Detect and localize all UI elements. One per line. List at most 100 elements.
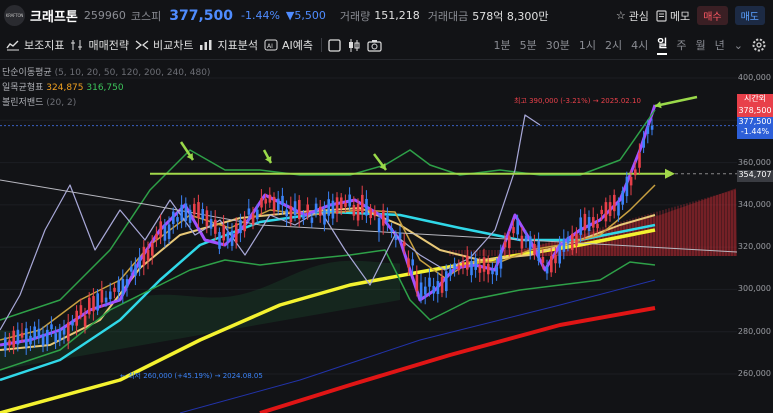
annotation-arrow-4 (654, 95, 698, 108)
chart-type-square[interactable] (328, 38, 341, 52)
candle-body (331, 200, 335, 219)
candle-body (25, 328, 28, 348)
analysis-button[interactable]: 지표분석 (199, 37, 258, 53)
svg-text:AI: AI (267, 43, 273, 50)
candle-body (218, 231, 221, 249)
candle-body (356, 203, 360, 221)
stock-header: KRAFTON 크래프톤 259960 코스피 377,500 -1.44% ▼… (0, 0, 773, 31)
level-arrow-head (665, 168, 675, 179)
candle-body (503, 241, 507, 248)
candle-body (201, 209, 204, 220)
candle-body (575, 233, 578, 246)
memo-button[interactable]: 메모 (656, 8, 690, 24)
candle-body (155, 233, 158, 239)
candle-body (293, 201, 297, 216)
current-price-pct: -1.44% (740, 127, 770, 136)
indicator-button[interactable]: 보조지표 (6, 37, 64, 53)
stock-logo: KRAFTON (4, 5, 25, 26)
candle-body (579, 217, 582, 235)
tf-year[interactable]: 년 (715, 37, 725, 53)
legend-ma[interactable]: 단순이동평균 (5, 10, 20, 50, 120, 200, 240, 48… (2, 66, 210, 81)
tf-month[interactable]: 월 (696, 37, 706, 53)
candle-body (390, 227, 393, 233)
tf-day[interactable]: 일 (657, 35, 668, 55)
y-tick-label: 260,000 (737, 369, 771, 378)
stock-name[interactable]: 크래프톤 (30, 6, 78, 25)
candle-icon (348, 38, 360, 52)
watchlist-button[interactable]: ☆ 관심 (616, 8, 649, 24)
legend-ichimoku-v1: 324,875 (46, 83, 84, 93)
candle-body (209, 219, 213, 229)
candle-body (361, 194, 364, 214)
amount-value: 578억 8,300만 (472, 9, 549, 23)
candle-body (75, 310, 78, 326)
legend-ma-params: (5, 10, 20, 50, 120, 200, 240, 480) (54, 68, 211, 78)
tf-5min[interactable]: 5분 (520, 37, 537, 53)
candle-body (545, 266, 549, 274)
candle-body (8, 340, 11, 346)
gear-icon[interactable] (751, 37, 767, 53)
candle-body (277, 198, 280, 210)
candle-body (314, 203, 318, 213)
legend-bollinger[interactable]: 볼린저밴드 (20, 2) (2, 96, 210, 111)
candle-body (167, 224, 171, 239)
candle-body (386, 215, 389, 223)
after-hours-label: 시간외 (743, 94, 767, 103)
ai-predict-button[interactable]: AI AI예측 (264, 37, 313, 53)
candle-body (113, 287, 116, 292)
compare-icon (135, 40, 149, 50)
compare-button[interactable]: 비교차트 (135, 37, 193, 53)
change-percent: -1.44% (240, 9, 280, 22)
y-tick-label: 280,000 (737, 326, 771, 336)
tf-30min[interactable]: 30분 (546, 37, 570, 53)
candle-body (117, 280, 120, 293)
candle-body (222, 224, 225, 241)
candle-body (197, 202, 200, 218)
price-chart[interactable]: 최고 390,000 (-3.21%) → 2025.02.10 ← 최저 260… (0, 60, 737, 413)
buy-button[interactable]: 매수 (697, 6, 728, 25)
low-annotation: ← 최저 260,000 (+45.19%) → 2024.08.05 (120, 371, 263, 380)
candle-body (323, 209, 326, 225)
candle-body (369, 208, 372, 219)
candle-body (398, 232, 402, 239)
memo-label: 메모 (669, 9, 691, 23)
candle-body (373, 210, 377, 217)
legend-ichimoku[interactable]: 일목균형표 324,875 316,750 (2, 81, 210, 96)
candle-body (482, 257, 486, 272)
candle-body (394, 235, 398, 241)
y-tick-label: 300,000 (737, 284, 771, 294)
tf-week[interactable]: 주 (676, 37, 686, 53)
amount-label: 거래대금 (427, 9, 469, 23)
sell-button[interactable]: 매도 (734, 6, 765, 25)
candle-body (646, 126, 650, 134)
tf-1hour[interactable]: 1시 (579, 37, 596, 53)
candle-body (600, 209, 603, 215)
candle-body (583, 213, 587, 231)
screenshot-button[interactable] (367, 39, 382, 52)
candle-body (310, 217, 314, 223)
current-price: 377,500 (169, 7, 233, 24)
candle-body (243, 218, 246, 232)
candle-body (608, 202, 612, 217)
candle-body (125, 279, 129, 288)
candle-body (587, 217, 591, 232)
tf-4hour[interactable]: 4시 (631, 37, 648, 53)
legend-bollinger-name: 볼린저밴드 (2, 98, 44, 108)
candle-body (352, 204, 356, 216)
chart-type-candle[interactable] (347, 38, 361, 52)
high-annotation: 최고 390,000 (-3.21%) → 2025.02.10 (514, 96, 641, 105)
candle-body (88, 297, 91, 315)
candle-body (478, 265, 482, 273)
toolbar-divider (320, 38, 322, 52)
candle-body (151, 242, 154, 256)
candle-body (83, 315, 87, 327)
strategy-label: 매매전략 (88, 39, 129, 52)
candle-body (142, 246, 146, 266)
chevron-down-icon[interactable]: ⌄ (734, 39, 743, 52)
candle-body (617, 202, 620, 216)
tf-1min[interactable]: 1분 (494, 37, 511, 53)
strategy-button[interactable]: 매매전략 (70, 37, 129, 53)
y-tick-label: 400,000 (737, 73, 771, 82)
candle-body (298, 199, 301, 220)
tf-2hour[interactable]: 2시 (605, 37, 622, 53)
